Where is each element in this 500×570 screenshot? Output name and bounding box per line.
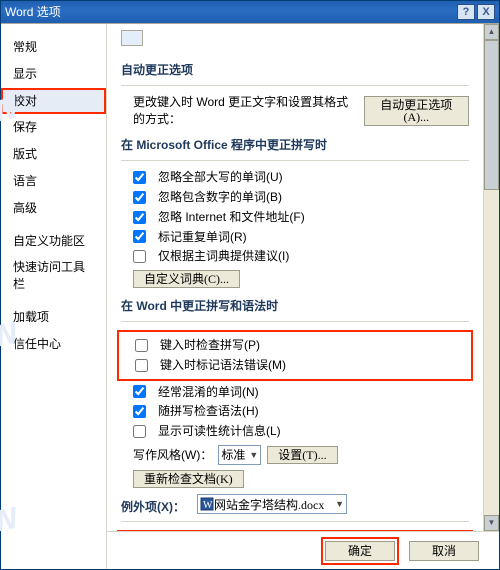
word-doc-icon: W [200, 497, 214, 511]
window-title: Word 选项 [5, 4, 455, 21]
content-pane: 盟 盟 盟 自动更正选项 更改键入时 Word 更正文字和设置其格式的方式： 自… [107, 24, 499, 569]
cb-flag-repeated[interactable] [133, 230, 146, 243]
custom-dictionaries-button[interactable]: 自定义词典(C)... [133, 270, 240, 288]
sidebar-item-layout[interactable]: 版式 [1, 141, 106, 168]
sidebar-item-trust[interactable]: 信任中心 [1, 331, 106, 358]
dialog-footer: 确定 取消 [107, 531, 499, 569]
autocorrect-label: 更改键入时 Word 更正文字和设置其格式的方式： [133, 94, 358, 128]
sidebar-item-proofing[interactable]: 校对 [1, 88, 106, 115]
title-bar: Word 选项 ? X [1, 1, 499, 23]
close-button[interactable]: X [477, 4, 495, 20]
cb-ignore-uppercase[interactable] [133, 171, 146, 184]
grammar-settings-button[interactable]: 设置(T)... [267, 446, 337, 464]
recheck-document-button[interactable]: 重新检查文档(K) [133, 470, 244, 488]
cb-confused-words[interactable] [133, 385, 146, 398]
cb-grammar-with-spell[interactable] [133, 405, 146, 418]
cb-check-spelling[interactable] [135, 339, 148, 352]
cb-ignore-numbers[interactable] [133, 191, 146, 204]
watermark: W [0, 498, 22, 545]
scroll-up-button[interactable]: ▲ [484, 24, 499, 40]
sidebar: W W W 常规 显示 校对 保存 版式 语言 高级 自定义功能区 快速访问工具… [1, 24, 107, 569]
chevron-down-icon: ▼ [249, 450, 258, 460]
sidebar-item-addins[interactable]: 加载项 [1, 304, 106, 331]
cb-mark-grammar[interactable] [135, 359, 148, 372]
sidebar-item-display[interactable]: 显示 [1, 61, 106, 88]
ok-button[interactable]: 确定 [325, 541, 395, 561]
autocorrect-options-button[interactable]: 自动更正选项(A)... [364, 96, 469, 126]
section-autocorrect-title: 自动更正选项 [121, 62, 469, 79]
section-exceptions-title: 例外项(X)： [121, 499, 185, 516]
scroll-thumb[interactable] [484, 40, 499, 190]
cancel-button[interactable]: 取消 [409, 541, 479, 561]
page-icon [121, 30, 143, 46]
highlight-box-spell: 键入时检查拼写(P) 键入时标记语法错误(M) [117, 330, 473, 381]
cb-main-dict[interactable] [133, 250, 146, 263]
highlight-box-ok: 确定 [321, 537, 399, 565]
section-word-title: 在 Word 中更正拼写和语法时 [121, 298, 469, 315]
writing-style-label: 写作风格(W)： [133, 447, 212, 464]
sidebar-item-language[interactable]: 语言 [1, 168, 106, 195]
writing-style-select[interactable]: 标准 ▼ [218, 445, 261, 465]
sidebar-item-general[interactable]: 常规 [1, 34, 106, 61]
chevron-down-icon: ▼ [335, 499, 344, 509]
cb-ignore-urls[interactable] [133, 211, 146, 224]
scroll-down-button[interactable]: ▼ [484, 515, 499, 531]
help-button[interactable]: ? [457, 4, 475, 20]
section-office-title: 在 Microsoft Office 程序中更正拼写时 [121, 137, 469, 154]
exceptions-document-select[interactable]: W 网站金字塔结构.docx ▼ [197, 494, 347, 514]
sidebar-item-save[interactable]: 保存 [1, 114, 106, 141]
sidebar-item-quick-access[interactable]: 快速访问工具栏 [1, 254, 106, 298]
svg-text:W: W [203, 500, 213, 511]
sidebar-item-advanced[interactable]: 高级 [1, 195, 106, 222]
sidebar-item-customize-ribbon[interactable]: 自定义功能区 [1, 228, 106, 255]
cb-readability[interactable] [133, 425, 146, 438]
scrollbar[interactable]: ▲ ▼ [483, 24, 499, 531]
